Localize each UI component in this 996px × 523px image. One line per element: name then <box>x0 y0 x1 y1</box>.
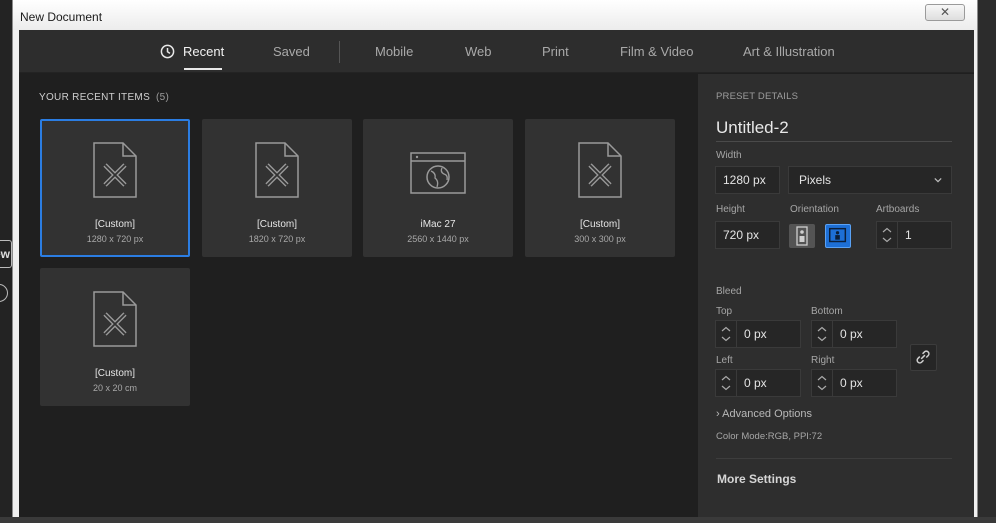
recent-item-name: iMac 27 <box>420 219 456 230</box>
units-value: Pixels <box>799 173 832 187</box>
artboards-label: Artboards <box>876 204 920 215</box>
recent-item-name: [Custom] <box>579 219 620 230</box>
preset-details-panel: PRESET DETAILS Untitled-2 Width 1280 px … <box>698 74 974 523</box>
more-settings-button[interactable]: More Settings <box>717 472 796 486</box>
height-input[interactable]: 720 px <box>715 221 780 249</box>
portrait-icon <box>796 226 808 246</box>
tab-film-video[interactable]: Film & Video <box>620 44 693 59</box>
link-icon <box>916 350 930 364</box>
width-label: Width <box>716 150 742 161</box>
recent-item-size: 1280 x 720 px <box>86 234 144 244</box>
tab-saved[interactable]: Saved <box>273 44 310 59</box>
preset-details-heading: PRESET DETAILS <box>716 91 799 102</box>
clock-icon <box>160 44 175 59</box>
close-button[interactable]: ✕ <box>925 4 965 21</box>
bleed-left-stepper[interactable] <box>715 369 737 397</box>
tab-mobile[interactable]: Mobile <box>375 44 413 59</box>
recent-heading-text: YOUR RECENT ITEMS <box>39 92 151 103</box>
advanced-options-toggle[interactable]: › Advanced Options <box>716 408 812 420</box>
bleed-bottom-input[interactable]: 0 px <box>832 320 897 348</box>
units-dropdown[interactable]: Pixels <box>788 166 952 194</box>
bleed-left-label: Left <box>716 355 733 366</box>
recent-item-size: 2560 x 1440 px <box>407 234 469 244</box>
tab-art-illustration[interactable]: Art & Illustration <box>743 44 835 59</box>
document-icon <box>255 142 299 198</box>
recent-item-card[interactable]: [Custom] 1280 x 720 px <box>40 119 190 257</box>
bottom-edge <box>0 517 996 523</box>
panel-divider <box>716 458 952 459</box>
artboards-input[interactable]: 1 <box>897 221 952 249</box>
close-icon: ✕ <box>939 5 951 19</box>
landscape-icon <box>829 227 847 243</box>
orientation-label: Orientation <box>790 204 839 215</box>
category-tabs: Recent Saved Mobile Web Print Film & Vid… <box>19 30 974 73</box>
link-bleed-button[interactable] <box>910 344 937 371</box>
document-name-underline <box>716 141 952 142</box>
artboards-stepper[interactable] <box>876 221 898 249</box>
color-mode-info: Color Mode:RGB, PPI:72 <box>716 431 823 442</box>
window-title: New Document <box>20 10 103 24</box>
stepper-arrows-icon <box>882 227 892 243</box>
width-input[interactable]: 1280 px <box>715 166 780 194</box>
stepper-arrows-icon <box>721 375 731 391</box>
chevron-right-icon: › <box>716 408 720 420</box>
active-tab-indicator <box>184 68 222 70</box>
recent-items-heading: YOUR RECENT ITEMS (5) <box>39 92 169 103</box>
tab-web[interactable]: Web <box>465 44 492 59</box>
document-icon <box>93 291 137 347</box>
portrait-orientation-button[interactable] <box>789 224 815 248</box>
tab-recent[interactable]: Recent <box>183 44 224 59</box>
tab-print[interactable]: Print <box>542 44 569 59</box>
bleed-bottom-stepper[interactable] <box>811 320 833 348</box>
bleed-label: Bleed <box>716 286 742 297</box>
recent-items-area: YOUR RECENT ITEMS (5) [Custom] 1280 x 720… <box>19 74 698 523</box>
recent-item-card[interactable]: [Custom] 300 x 300 px <box>525 119 675 257</box>
title-bar: New Document ✕ <box>13 0 977 30</box>
bleed-top-stepper[interactable] <box>715 320 737 348</box>
advanced-options-label: Advanced Options <box>722 408 813 420</box>
document-icon <box>578 142 622 198</box>
recent-item-card[interactable]: [Custom] 20 x 20 cm <box>40 268 190 406</box>
new-document-window: New Document ✕ Recent Saved Mobile Web P… <box>12 0 978 523</box>
bleed-right-input[interactable]: 0 px <box>832 369 897 397</box>
chevron-down-icon <box>934 177 942 183</box>
document-icon <box>93 142 137 198</box>
recent-item-size: 20 x 20 cm <box>92 383 138 393</box>
dialog-body: Recent Saved Mobile Web Print Film & Vid… <box>19 30 974 523</box>
recent-item-card[interactable]: iMac 27 2560 x 1440 px <box>363 119 513 257</box>
document-name-field[interactable]: Untitled-2 <box>716 118 789 138</box>
tab-divider <box>339 41 340 63</box>
recent-item-name: [Custom] <box>256 219 297 230</box>
bleed-bottom-label: Bottom <box>811 306 843 317</box>
height-label: Height <box>716 204 745 215</box>
recent-count: (5) <box>156 92 170 103</box>
recent-item-size: 300 x 300 px <box>574 234 626 244</box>
bleed-top-label: Top <box>716 306 733 317</box>
bleed-top-input[interactable]: 0 px <box>736 320 801 348</box>
bleed-right-stepper[interactable] <box>811 369 833 397</box>
bleed-right-label: Right <box>811 355 835 366</box>
landscape-orientation-button[interactable] <box>825 224 851 248</box>
stepper-arrows-icon <box>721 326 731 342</box>
recent-item-name: [Custom] <box>94 219 135 230</box>
recent-item-card[interactable]: [Custom] 1820 x 720 px <box>202 119 352 257</box>
stepper-arrows-icon <box>817 375 827 391</box>
bleed-left-input[interactable]: 0 px <box>736 369 801 397</box>
web-icon <box>410 152 466 194</box>
background-partial-button: ew <box>0 240 12 268</box>
recent-item-size: 1820 x 720 px <box>248 234 306 244</box>
recent-item-name: [Custom] <box>94 368 135 379</box>
stepper-arrows-icon <box>817 326 827 342</box>
